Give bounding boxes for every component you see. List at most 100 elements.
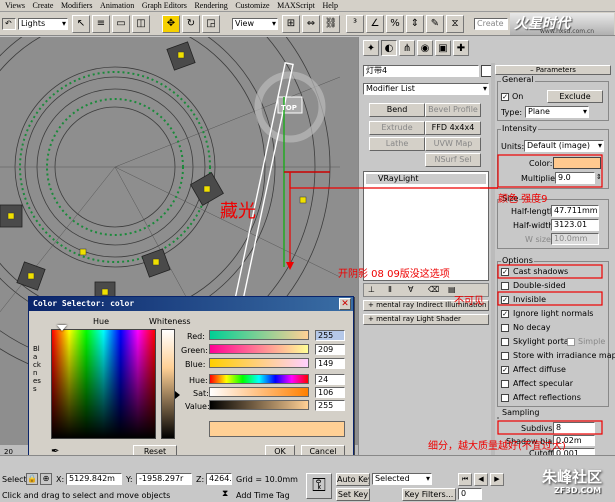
store-irradiance-checkbox[interactable] [501,352,509,360]
color-swatch-button[interactable] [553,157,601,169]
whiteness-slider[interactable] [161,329,175,439]
menu-views[interactable]: Views [5,1,25,10]
hue-blackness-field[interactable] [51,329,156,439]
pin-stack-icon[interactable]: ⊥ [368,285,375,294]
modify-tab-icon[interactable]: ◐ [381,40,397,56]
green-slider[interactable] [209,344,309,354]
menu-modifiers[interactable]: Modifiers [61,1,93,10]
selection-filter-dropdown[interactable]: Lights ▾ [18,18,68,30]
spinner-snap-icon[interactable]: ⇕ [406,15,424,33]
show-end-result-icon[interactable]: Ⅱ [388,285,392,294]
multiplier-field[interactable]: 9.0 [555,172,595,184]
create-tab-icon[interactable]: ✦ [363,40,379,56]
ignore-normals-checkbox[interactable]: ✓ [501,310,509,318]
set-key-button[interactable]: Set Key [336,488,370,501]
affect-diffuse-checkbox[interactable]: ✓ [501,366,509,374]
select-scale-icon[interactable]: ◲ [202,15,220,33]
half-width-field[interactable]: 3123.01 [551,219,599,231]
multiplier-spinner-icon[interactable]: ⇕ [596,172,602,182]
affect-reflections-checkbox[interactable] [501,394,509,402]
sat-field[interactable]: 106 [315,387,345,398]
add-time-tag-label[interactable]: Add Time Tag [236,491,290,501]
green-field[interactable]: 209 [315,344,345,355]
panel-scrollbar[interactable] [491,63,495,463]
y-coord-field[interactable]: -1958.297r [136,473,192,485]
select-link-icon[interactable]: ⛓ [322,15,340,33]
key-set-dropdown[interactable]: Selected ▾ [372,473,432,485]
blue-slider[interactable] [209,358,309,368]
skylight-portal-checkbox[interactable] [501,338,509,346]
w-size-field[interactable]: 10.0mm [551,233,599,245]
close-icon[interactable]: ✕ [339,298,351,310]
window-crossing-icon[interactable]: ◫ [132,15,150,33]
mirror-axis-icon[interactable]: ⧖ [446,15,464,33]
affect-specular-checkbox[interactable] [501,380,509,388]
undo-icon[interactable]: ↶ [2,18,16,30]
snap-3d-icon[interactable]: ³ [346,15,364,33]
subdivs-field[interactable]: 8 [553,422,595,434]
units-dropdown[interactable]: Default (image) ▾ [524,140,604,152]
bevel-profile-button[interactable]: Bevel Profile [425,103,481,117]
on-checkbox[interactable]: ✓ [501,93,509,101]
z-coord-field[interactable]: 4264.175m [206,473,232,485]
utilities-tab-icon[interactable]: ✚ [453,40,469,56]
red-slider[interactable] [209,330,309,340]
absolute-mode-icon[interactable]: ⊕ [40,473,52,485]
percent-snap-icon[interactable]: % [386,15,404,33]
exclude-button[interactable]: Exclude [547,90,603,103]
menu-customize[interactable]: Customize [235,1,269,10]
frame-field[interactable]: 0 [458,488,482,500]
motion-tab-icon[interactable]: ◉ [417,40,433,56]
red-field[interactable]: 255 [315,330,345,341]
value-slider[interactable] [209,400,309,410]
key-mode-icon[interactable]: ⚿ [306,473,332,499]
go-to-start-icon[interactable]: ⏮ [458,473,472,486]
stack-item-vraylight[interactable]: VRayLight [366,174,486,184]
select-rotate-icon[interactable]: ↻ [182,15,200,33]
mirror-icon[interactable]: ⇔ [302,15,320,33]
viewcube-top-label[interactable]: TOP [281,103,297,113]
whiteness-marker-icon[interactable] [175,391,180,399]
blue-field[interactable]: 149 [315,358,345,369]
double-sided-checkbox[interactable] [501,282,509,290]
extrude-button[interactable]: Extrude [369,121,425,135]
add-time-tag-icon[interactable]: ⧗ [222,489,234,500]
select-move-icon[interactable]: ✥ [162,15,180,33]
nsurf-sel-button[interactable]: NSurf Sel [425,153,481,167]
hue-slider[interactable] [209,374,309,384]
selection-lock-icon[interactable]: 🔒 [26,473,38,485]
rollout-light-shader[interactable]: + mental ray Light Shader [363,314,489,325]
no-decay-checkbox[interactable] [501,324,509,332]
menu-graph-editors[interactable]: Graph Editors [142,1,187,10]
menu-help[interactable]: Help [322,1,338,10]
sat-slider[interactable] [209,387,309,397]
make-unique-icon[interactable]: ∀ [408,285,413,294]
pivot-center-icon[interactable]: ⊞ [282,15,300,33]
reference-coord-dropdown[interactable]: View ▾ [232,18,278,30]
key-filters-button[interactable]: Key Filters... [402,488,456,501]
parameters-rollout-header[interactable]: – Parameters [495,65,611,75]
auto-key-button[interactable]: Auto Key [336,473,370,486]
play-icon[interactable]: ▶ [490,473,504,486]
value-field[interactable]: 255 [315,400,345,411]
uvw-map-button[interactable]: UVW Map [425,137,481,151]
select-by-name-icon[interactable]: ≡ [92,15,110,33]
modifier-list-dropdown[interactable]: Modifier List ▾ [363,83,489,95]
remove-modifier-icon[interactable]: ⌫ [428,285,439,294]
cast-shadows-checkbox[interactable]: ✓ [501,268,509,276]
menu-create[interactable]: Create [33,1,54,10]
bend-button[interactable]: Bend [369,103,425,117]
type-dropdown[interactable]: Plane ▾ [525,106,589,118]
named-selection-set-field[interactable]: Create [474,18,508,30]
x-coord-field[interactable]: 5129.842m [66,473,122,485]
object-name-field[interactable]: 灯带4 [363,65,479,77]
rect-selection-icon[interactable]: ▭ [112,15,130,33]
prev-frame-icon[interactable]: ◀ [474,473,488,486]
menu-rendering[interactable]: Rendering [194,1,227,10]
lathe-button[interactable]: Lathe [369,137,425,151]
hue-marker-icon[interactable] [57,325,67,331]
menu-maxscript[interactable]: MAXScript [277,1,315,10]
named-selection-icon[interactable]: ✎ [426,15,444,33]
menu-animation[interactable]: Animation [100,1,134,10]
angle-snap-icon[interactable]: ∠ [366,15,384,33]
